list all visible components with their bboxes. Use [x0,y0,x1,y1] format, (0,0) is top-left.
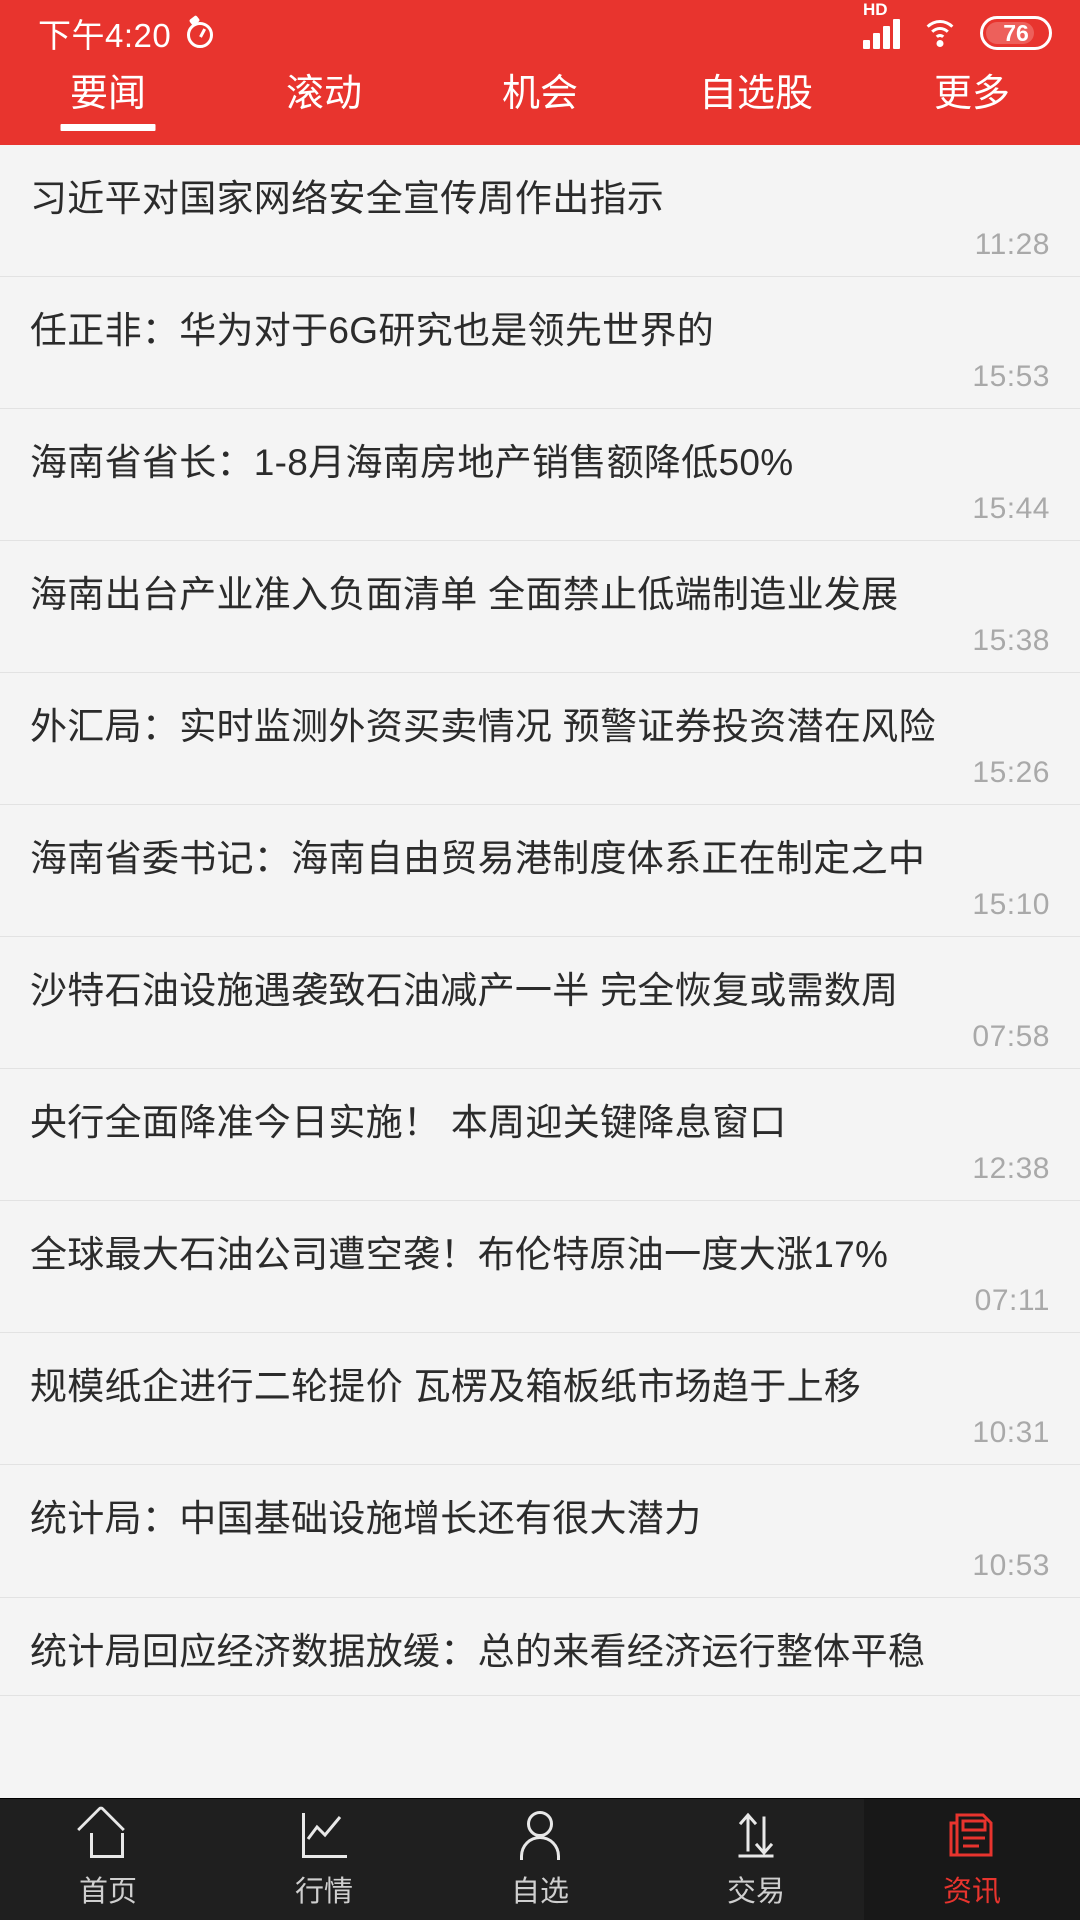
news-time: 07:11 [974,1284,1050,1318]
news-title: 海南出台产业准入负面清单 全面禁止低端制造业发展 [30,574,899,616]
tab-yaowen[interactable]: 要闻 [0,66,216,145]
news-time: 07:58 [972,1020,1050,1054]
wifi-icon [920,18,960,48]
bottom-nav-label: 资讯 [942,1876,1001,1908]
news-time: 12:38 [972,1152,1050,1186]
tab-label: 更多 [933,73,1010,115]
tab-label: 自选股 [698,73,813,115]
news-list-item[interactable]: 外汇局：实时监测外资买卖情况 预警证券投资潜在风险 15:26 [0,673,1080,806]
status-bar: 下午4:20 HD 76 [0,0,1080,66]
bottom-nav-item-trade[interactable]: 交易 [648,1799,864,1920]
news-title: 规模纸企进行二轮提价 瓦楞及箱板纸市场趋于上移 [30,1366,862,1408]
bottom-nav-label: 首页 [78,1876,137,1908]
battery-icon: 76 [980,16,1052,50]
tab-active-indicator [60,124,156,131]
news-time: 15:26 [972,756,1050,790]
line-chart-icon [296,1809,352,1861]
home-icon [76,1804,136,1861]
tab-zixuangu[interactable]: 自选股 [648,66,864,145]
news-list-item[interactable]: 习近平对国家网络安全宣传周作出指示 11:28 [0,145,1080,278]
bottom-nav-item-home[interactable]: 首页 [0,1799,216,1920]
tab-gundong[interactable]: 滚动 [216,66,432,145]
bottom-nav-item-quotes[interactable]: 行情 [216,1799,432,1920]
bottom-nav-label: 自选 [510,1876,569,1908]
app-root: 下午4:20 HD 76 要闻 滚动 机会 自选股 更多 习近平对国家网络安全宣… [0,0,1080,1920]
bottom-nav-bar[interactable]: 首页 行情 自选 交易 资讯 [0,1798,1080,1920]
news-document-icon [944,1809,1000,1861]
news-time: 15:44 [972,492,1050,526]
news-title: 任正非：华为对于6G研究也是领先世界的 [30,310,715,352]
top-tab-bar[interactable]: 要闻 滚动 机会 自选股 更多 [0,66,1080,145]
news-list-item[interactable]: 全球最大石油公司遭空袭！布伦特原油一度大涨17% 07:11 [0,1201,1080,1334]
news-title: 习近平对国家网络安全宣传周作出指示 [30,178,665,219]
news-title: 沙特石油设施遇袭致石油减产一半 完全恢复或需数周 [30,970,899,1012]
news-list-item[interactable]: 海南省省长：1-8月海南房地产销售额降低50% 15:44 [0,409,1080,542]
news-title: 全球最大石油公司遭空袭！布伦特原油一度大涨17% [30,1234,889,1276]
tab-label: 滚动 [285,73,362,115]
status-bar-right: HD 76 [863,1,1052,50]
news-list-item[interactable]: 统计局回应经济数据放缓：总的来看经济运行整体平稳 [0,1597,1080,1696]
news-title: 海南省省长：1-8月海南房地产销售额降低50% [30,442,794,484]
alarm-clock-icon [185,14,216,49]
news-time: 11:28 [974,228,1050,262]
news-list-item[interactable]: 规模纸企进行二轮提价 瓦楞及箱板纸市场趋于上移 10:31 [0,1333,1080,1466]
news-time: 10:53 [972,1548,1050,1582]
bottom-nav-item-news[interactable]: 资讯 [864,1799,1080,1920]
status-time: 下午4:20 [38,17,172,54]
news-list-item[interactable]: 海南省委书记：海南自由贸易港制度体系正在制定之中 15:10 [0,805,1080,938]
news-time: 15:10 [972,888,1050,922]
news-title: 外汇局：实时监测外资买卖情况 预警证券投资潜在风险 [30,706,936,748]
tab-jihui[interactable]: 机会 [432,66,648,145]
hd-label: HD [863,0,888,19]
news-list-item[interactable]: 海南出台产业准入负面清单 全面禁止低端制造业发展 15:38 [0,541,1080,674]
news-time: 10:31 [972,1416,1050,1450]
status-bar-left: 下午4:20 [38,9,216,57]
news-title: 海南省委书记：海南自由贸易港制度体系正在制定之中 [30,838,926,880]
signal-bars-icon: HD [863,1,900,49]
tab-label: 要闻 [69,73,146,115]
news-title: 央行全面降准今日实施！ 本周迎关键降息窗口 [30,1102,787,1144]
tab-gengduo[interactable]: 更多 [864,66,1080,145]
person-icon [512,1809,568,1861]
tab-label: 机会 [501,73,578,115]
news-list-item[interactable]: 任正非：华为对于6G研究也是领先世界的 15:53 [0,277,1080,410]
news-title: 统计局回应经济数据放缓：总的来看经济运行整体平稳 [30,1630,926,1672]
news-time: 15:53 [972,360,1050,394]
news-list-item[interactable]: 统计局：中国基础设施增长还有很大潜力 10:53 [0,1465,1080,1598]
trade-arrows-icon [728,1809,784,1861]
news-title: 统计局：中国基础设施增长还有很大潜力 [30,1498,702,1540]
bottom-nav-label: 行情 [294,1876,353,1908]
news-time: 15:38 [972,624,1050,658]
battery-level: 76 [1003,19,1029,46]
news-list[interactable]: 习近平对国家网络安全宣传周作出指示 11:28 任正非：华为对于6G研究也是领先… [0,145,1080,1798]
bottom-nav-item-watchlist[interactable]: 自选 [432,1799,648,1920]
news-list-item[interactable]: 沙特石油设施遇袭致石油减产一半 完全恢复或需数周 07:58 [0,937,1080,1070]
bottom-nav-label: 交易 [726,1876,785,1908]
news-list-item[interactable]: 央行全面降准今日实施！ 本周迎关键降息窗口 12:38 [0,1069,1080,1202]
